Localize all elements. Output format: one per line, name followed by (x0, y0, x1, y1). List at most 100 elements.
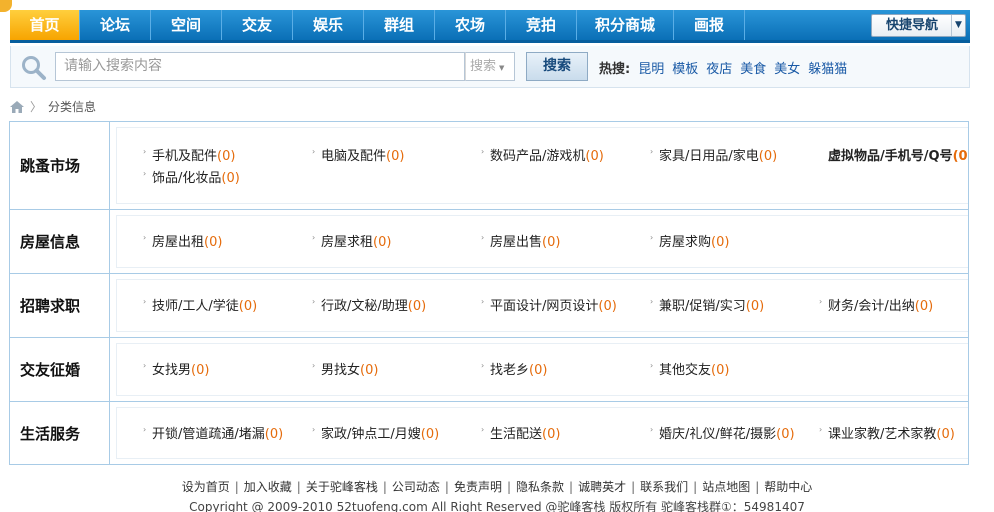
bullet-icon: › (143, 147, 147, 156)
category-row: 房屋信息 › 房屋出租(0) › 房屋求租(0) › 房屋出售(0) › 房屋求购(0) (10, 210, 968, 274)
bullet-icon: › (650, 361, 654, 370)
nav-item-groups[interactable]: 群组 (364, 10, 435, 40)
category-row: 跳蚤市场 › 手机及配件(0) › 电脑及配件(0) › 数码产品/游戏机(0) › 家… (10, 122, 968, 210)
breadcrumb-current: 分类信息 (48, 100, 97, 114)
category-item[interactable]: › 找老乡(0) (481, 359, 547, 378)
bullet-icon: › (312, 361, 316, 370)
nav-item-points-mall[interactable]: 积分商城 (577, 10, 674, 40)
hot-term[interactable]: 模板 (672, 58, 698, 77)
copyright: Copyright @ 2009-2010 52tuofeng.com All … (189, 500, 805, 512)
bullet-icon: › (481, 233, 485, 242)
category-item[interactable]: › 房屋求购(0) (650, 231, 729, 250)
category-items: › 女找男(0) › 男找女(0) › 找老乡(0) › 其他交友(0) (116, 343, 968, 396)
nav-item-home[interactable]: 首页 (10, 10, 80, 40)
footer-link[interactable]: 免责声明 (454, 480, 502, 494)
quick-nav-label: 快捷导航 (886, 18, 939, 33)
nav-item-farm[interactable]: 农场 (435, 10, 506, 40)
footer-link[interactable]: 设为首页 (182, 480, 230, 494)
quick-nav-button[interactable]: 快捷导航 ▼ (871, 14, 966, 37)
search-button[interactable]: 搜索 (526, 52, 588, 81)
footer-link[interactable]: 关于驼峰客栈 (306, 480, 378, 494)
chevron-down-icon[interactable]: ▼ (951, 15, 965, 36)
category-item[interactable]: › 手机及配件(0) (143, 145, 235, 164)
category-items: › 技师/工人/学徒(0) › 行政/文秘/助理(0) › 平面设计/网页设计(0) … (116, 279, 968, 332)
category-item[interactable]: › 数码产品/游戏机(0) (481, 145, 604, 164)
footer-link[interactable]: 站点地图 (702, 480, 750, 494)
category-items: › 房屋出租(0) › 房屋求租(0) › 房屋出售(0) › 房屋求购(0) (116, 215, 968, 268)
hot-search-label: 热搜: (599, 62, 631, 77)
category-item[interactable]: › 家政/钟点工/月嫂(0) (312, 423, 439, 442)
category-item[interactable]: › 行政/文秘/助理(0) (312, 295, 426, 314)
footer-link[interactable]: 帮助中心 (764, 480, 812, 494)
hot-term[interactable]: 美食 (740, 58, 766, 77)
category-row: 交友征婚 › 女找男(0) › 男找女(0) › 找老乡(0) › 其他交友(0) (10, 338, 968, 402)
bullet-icon: › (312, 297, 316, 306)
category-item[interactable]: › 课业家教/艺术家教(0) (819, 423, 955, 442)
bullet-icon: › (312, 233, 316, 242)
bullet-icon: › (481, 361, 485, 370)
nav-item-auction[interactable]: 竞拍 (506, 10, 577, 40)
bullet-icon: › (143, 297, 147, 306)
category-item[interactable]: › 兼职/促销/实习(0) (650, 295, 764, 314)
category-item[interactable]: › 男找女(0) (312, 359, 378, 378)
category-title: 跳蚤市场 (10, 122, 110, 209)
category-item[interactable]: › 家具/日用品/家电(0) (650, 145, 777, 164)
category-item[interactable]: › 房屋出租(0) (143, 231, 222, 250)
category-title: 生活服务 (10, 402, 110, 464)
breadcrumb: 〉 分类信息 (10, 98, 96, 115)
bullet-icon: › (650, 233, 654, 242)
search-bar: 请输入搜索内容 搜索 ▼ 搜索 热搜: 昆明 模板 夜店 美食 美女 躲猫猫 (10, 46, 970, 88)
bullet-icon: › (312, 425, 316, 434)
search-type-select[interactable]: 搜索 ▼ (465, 52, 515, 81)
category-title: 交友征婚 (10, 338, 110, 401)
nav-item-space[interactable]: 空间 (151, 10, 222, 40)
caret-down-icon: ▼ (499, 64, 505, 72)
nav-menu: 首页 论坛 空间 交友 娱乐 群组 农场 竞拍 积分商城 画报 (10, 10, 745, 40)
category-title: 招聘求职 (10, 274, 110, 337)
category-items: › 开锁/管道疏通/堵漏(0) › 家政/钟点工/月嫂(0) › 生活配送(0) › 婚… (116, 407, 968, 459)
category-item[interactable]: › 平面设计/网页设计(0) (481, 295, 617, 314)
bullet-icon: › (143, 169, 147, 178)
category-table: 跳蚤市场 › 手机及配件(0) › 电脑及配件(0) › 数码产品/游戏机(0) › 家… (9, 121, 969, 465)
nav-item-entertainment[interactable]: 娱乐 (293, 10, 364, 40)
footer-link[interactable]: 公司动态 (392, 480, 440, 494)
category-item[interactable]: › 婚庆/礼仪/鲜花/摄影(0) (650, 423, 795, 442)
category-items: › 手机及配件(0) › 电脑及配件(0) › 数码产品/游戏机(0) › 家具/日用品… (116, 127, 968, 204)
category-item[interactable]: › 电脑及配件(0) (312, 145, 404, 164)
footer-links: 设为首页 | 加入收藏 | 关于驼峰客栈 | 公司动态 | 免责声明 | 隐私条款 | 诚聘英才 | 联系我… (181, 480, 813, 494)
bullet-icon: › (143, 361, 147, 370)
search-input[interactable]: 请输入搜索内容 (55, 52, 465, 81)
footer-link[interactable]: 诚聘英才 (578, 480, 626, 494)
bullet-icon: › (481, 147, 485, 156)
bullet-icon: › (650, 425, 654, 434)
category-item[interactable]: › 其他交友(0) (650, 359, 729, 378)
hot-term[interactable]: 美女 (774, 58, 800, 77)
search-type-label: 搜索 (470, 59, 497, 74)
hot-term[interactable]: 躲猫猫 (808, 58, 847, 77)
nav-item-friends[interactable]: 交友 (222, 10, 293, 40)
category-item[interactable]: › 财务/会计/出纳(0) (819, 295, 933, 314)
hot-term[interactable]: 夜店 (706, 58, 732, 77)
search-icon (22, 56, 46, 80)
nav-item-pictorial[interactable]: 画报 (674, 10, 745, 40)
category-item[interactable]: › 饰品/化妆品(0) (143, 167, 240, 186)
category-row: 生活服务 › 开锁/管道疏通/堵漏(0) › 家政/钟点工/月嫂(0) › 生活配送(… (10, 402, 968, 464)
footer-link[interactable]: 隐私条款 (516, 480, 564, 494)
category-title: 房屋信息 (10, 210, 110, 273)
category-item[interactable]: › 房屋出售(0) (481, 231, 560, 250)
footer-link[interactable]: 加入收藏 (244, 480, 292, 494)
bullet-icon: › (819, 297, 823, 306)
category-item[interactable]: › 女找男(0) (143, 359, 209, 378)
nav-item-forum[interactable]: 论坛 (80, 10, 151, 40)
category-item[interactable]: › 房屋求租(0) (312, 231, 391, 250)
top-nav: 首页 论坛 空间 交友 娱乐 群组 农场 竞拍 积分商城 画报 快捷导航 ▼ (0, 0, 970, 43)
bullet-icon: › (312, 147, 316, 156)
home-icon[interactable] (10, 100, 24, 113)
category-item[interactable]: › 技师/工人/学徒(0) (143, 295, 257, 314)
bullet-icon: › (819, 425, 823, 434)
hot-term[interactable]: 昆明 (638, 58, 664, 77)
category-item[interactable]: › 生活配送(0) (481, 423, 560, 442)
category-item[interactable]: ›虚拟物品/手机号/Q号(0) (828, 145, 968, 164)
category-item[interactable]: › 开锁/管道疏通/堵漏(0) (143, 423, 283, 442)
footer-link[interactable]: 联系我们 (640, 480, 688, 494)
